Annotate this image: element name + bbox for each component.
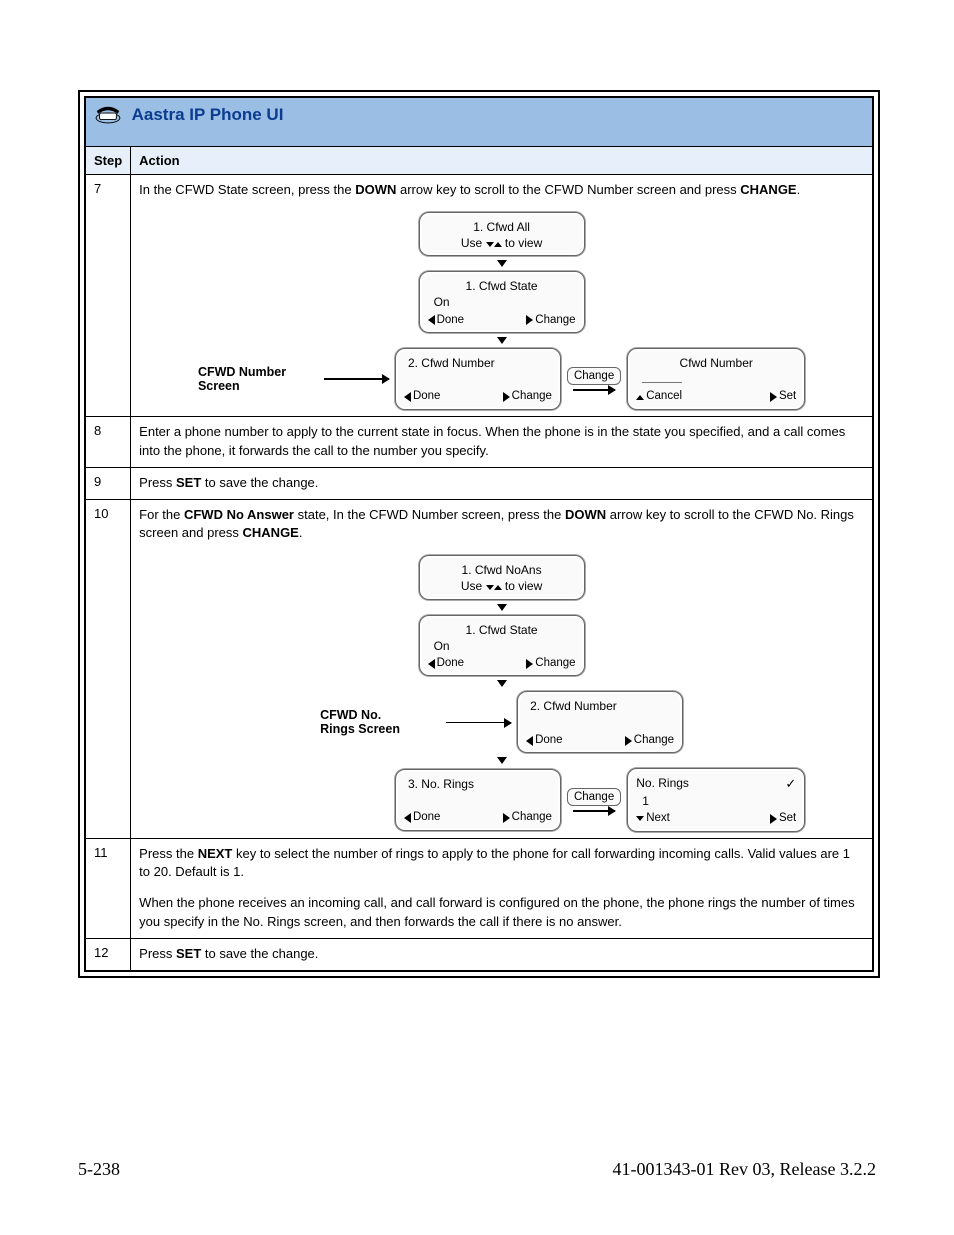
triangle-left-icon — [404, 392, 411, 402]
pointer-arrow-icon — [573, 389, 615, 391]
procedure-table-outer: Aastra IP Phone UI Step Action 7 In the … — [78, 90, 880, 978]
step-row: 7 In the CFWD State screen, press the DO… — [86, 175, 873, 417]
step-number: 10 — [86, 499, 131, 838]
arrow-down-icon — [497, 337, 507, 344]
step-row: 8 Enter a phone number to apply to the c… — [86, 417, 873, 468]
lcd-screen-cfwd-noans: 1. Cfwd NoAns Use to view — [419, 555, 585, 599]
title-row: Aastra IP Phone UI — [86, 98, 873, 147]
step-text: For the CFWD No Answer state, In the CFW… — [139, 506, 864, 544]
column-headers: Step Action — [86, 147, 873, 175]
phone-icon — [94, 104, 122, 126]
lcd-screen-cfwd-number-edit: Cfwd Number Cancel Set — [627, 348, 805, 410]
triangle-right-icon — [770, 814, 777, 824]
pointer-arrow-icon — [573, 810, 615, 812]
triangle-left-icon — [428, 659, 435, 669]
lcd-screen-cfwd-number: 2. Cfwd Number Done Change — [517, 691, 683, 753]
triangle-right-icon — [503, 813, 510, 823]
step-text: In the CFWD State screen, press the DOWN… — [139, 181, 864, 200]
change-label: Change — [567, 788, 621, 806]
checkmark-icon: ✓ — [785, 775, 796, 793]
section-title: Aastra IP Phone UI — [132, 105, 284, 125]
step-text: Press SET to save the change. — [131, 467, 873, 499]
step-number: 8 — [86, 417, 131, 468]
step-row: 9 Press SET to save the change. — [86, 467, 873, 499]
triangle-down-icon — [636, 816, 644, 821]
step-number: 7 — [86, 175, 131, 417]
col-step: Step — [86, 147, 131, 175]
step-row: 11 Press the NEXT key to select the numb… — [86, 838, 873, 938]
arrow-down-icon — [497, 757, 507, 764]
step-row: 12 Press SET to save the change. — [86, 939, 873, 971]
triangle-up-icon — [494, 242, 502, 247]
triangle-up-icon — [494, 585, 502, 590]
arrow-down-icon — [497, 604, 507, 611]
input-underline — [642, 371, 682, 383]
lcd-screen-cfwd-state: 1. Cfwd State On Done Change — [419, 271, 585, 333]
lcd-screen-no-rings: 3. No. Rings Done Change — [395, 769, 561, 831]
arrow-down-icon — [497, 260, 507, 267]
triangle-down-icon — [486, 585, 494, 590]
triangle-down-icon — [486, 242, 494, 247]
lcd-screen-no-rings-edit: No. Rings ✓ 1 Next Set — [627, 768, 805, 831]
triangle-right-icon — [526, 659, 533, 669]
pointer-arrow-icon — [324, 378, 389, 380]
arrow-down-icon — [497, 680, 507, 687]
triangle-left-icon — [404, 813, 411, 823]
triangle-left-icon — [428, 315, 435, 325]
triangle-up-icon — [636, 395, 644, 400]
lcd-screen-cfwd-state: 1. Cfwd State On Done Change — [419, 615, 585, 677]
triangle-right-icon — [503, 392, 510, 402]
step-number: 12 — [86, 939, 131, 971]
lcd-screen-cfwd-number: 2. Cfwd Number Done Change — [395, 348, 561, 410]
step-text: Press SET to save the change. — [131, 939, 873, 971]
col-action: Action — [131, 147, 873, 175]
step-number: 9 — [86, 467, 131, 499]
change-label: Change — [567, 367, 621, 385]
footer-page-number: 5-238 — [78, 1159, 120, 1180]
step-row: 10 For the CFWD No Answer state, In the … — [86, 499, 873, 838]
triangle-right-icon — [625, 736, 632, 746]
step-text: Press the NEXT key to select the number … — [131, 838, 873, 938]
triangle-right-icon — [526, 315, 533, 325]
page-footer: 5-238 41-001343-01 Rev 03, Release 3.2.2 — [78, 1159, 876, 1180]
cfwd-number-screen-label: CFWD Number Screen — [198, 365, 318, 393]
lcd-screen-cfwd-all: 1. Cfwd All Use to view — [419, 212, 585, 256]
pointer-arrow-icon — [446, 722, 511, 724]
footer-doc-id: 41-001343-01 Rev 03, Release 3.2.2 — [613, 1159, 876, 1180]
step-number: 11 — [86, 838, 131, 938]
triangle-right-icon — [770, 392, 777, 402]
cfwd-rings-screen-label: CFWD No. Rings Screen — [320, 708, 440, 736]
step-text: Enter a phone number to apply to the cur… — [131, 417, 873, 468]
triangle-left-icon — [526, 736, 533, 746]
